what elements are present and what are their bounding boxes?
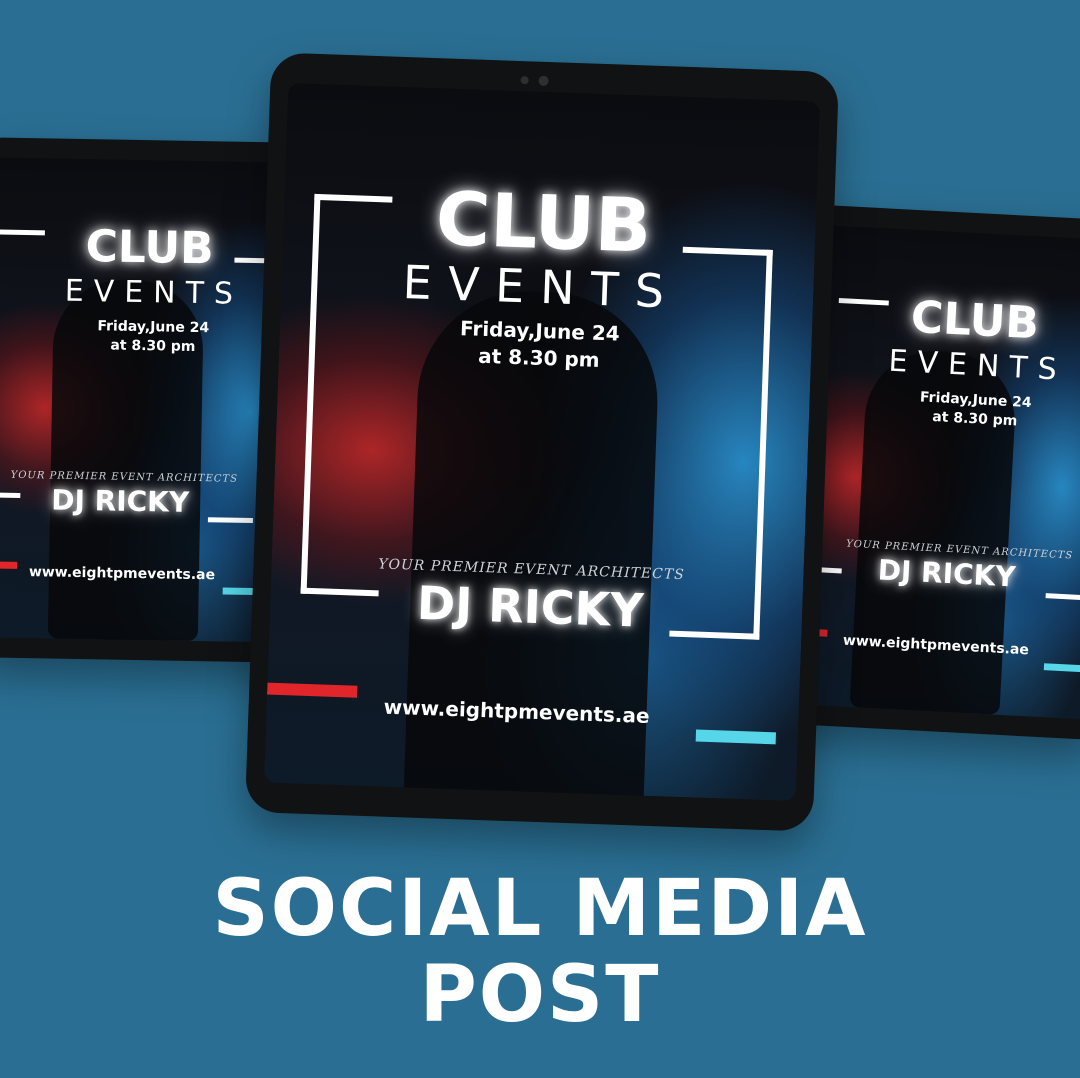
accent-bar-red <box>0 561 18 569</box>
poster-date-time: at 8.30 pm <box>110 337 196 355</box>
poster-dj-name: DJ RICKY <box>416 575 645 638</box>
tablet-mockup-center: CLUB EVENTS Friday,June 24 at 8.30 pm YO… <box>244 52 840 832</box>
poster-website: www.eightpmevents.ae <box>28 564 216 584</box>
bracket-line <box>838 297 889 306</box>
poster-screen-center: CLUB EVENTS Friday,June 24 at 8.30 pm YO… <box>263 82 821 802</box>
poster-date: Friday,June 24 at 8.30 pm <box>63 317 244 358</box>
poster-club-title: CLUB <box>85 221 215 275</box>
camera-icon <box>538 75 549 87</box>
poster-events-title: EVENTS <box>64 273 244 312</box>
accent-bar-cyan <box>1043 663 1080 673</box>
poster-club-title: CLUB <box>909 291 1041 350</box>
bracket-line <box>207 517 253 524</box>
bracket-line <box>1045 593 1080 601</box>
poster-events-title: EVENTS <box>401 255 681 319</box>
poster-dj-name: DJ RICKY <box>50 483 190 519</box>
camera-sensor-icon <box>520 76 529 85</box>
accent-bar-cyan <box>695 729 777 745</box>
headline-line2: POST <box>419 950 661 1040</box>
bracket-line <box>0 229 45 236</box>
poster-screen-right: CLUB EVENTS Friday,June 24 at 8.30 pm YO… <box>789 224 1080 720</box>
poster-screen-left: CLUB EVENTS Friday,June 24 at 8.30 pm YO… <box>0 157 291 643</box>
headline-line1: SOCIAL MEDIA <box>212 864 868 954</box>
bracket-line <box>0 492 21 498</box>
accent-bar-red <box>267 682 358 698</box>
poster-date: Friday,June 24 at 8.30 pm <box>419 314 661 376</box>
